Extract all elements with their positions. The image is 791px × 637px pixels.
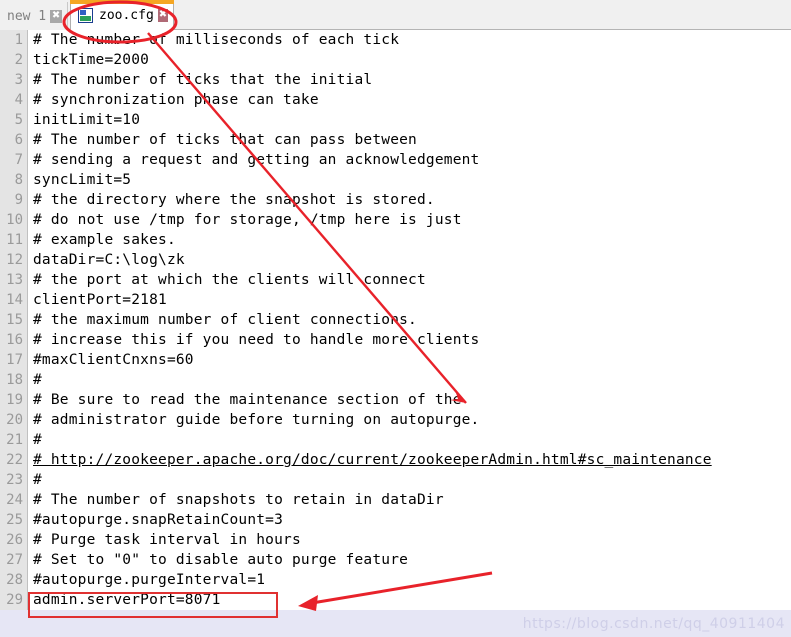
line-number: 21 (6, 432, 23, 448)
code-line-text: # do not use /tmp for storage, /tmp here… (33, 212, 462, 228)
line-number: 20 (6, 412, 23, 428)
tab-zoo-cfg[interactable]: zoo.cfg ✖ (70, 0, 174, 30)
code-line-text: # Purge task interval in hours (33, 532, 301, 548)
code-line-text: # (33, 472, 42, 488)
tab-bar: new 1 ✖ zoo.cfg ✖ (0, 0, 791, 30)
code-line[interactable]: 6 # The number of ticks that can pass bet… (0, 130, 791, 150)
line-number: 16 (6, 332, 23, 348)
line-number: 2 (14, 52, 23, 68)
line-number: 15 (6, 312, 23, 328)
code-line-text: #maxClientCnxns=60 (33, 352, 194, 368)
code-line-text: # Be sure to read the maintenance sectio… (33, 392, 462, 408)
code-line[interactable]: 9 # the directory where the snapshot is s… (0, 190, 791, 210)
code-line-text: clientPort=2181 (33, 292, 167, 308)
line-number: 17 (6, 352, 23, 368)
code-line-text: # synchronization phase can take (33, 92, 319, 108)
code-line-text: # Set to "0" to disable auto purge featu… (33, 552, 409, 568)
code-line-text: #autopurge.snapRetainCount=3 (33, 512, 284, 528)
line-number: 4 (14, 92, 23, 108)
code-line-text: # the directory where the snapshot is st… (33, 192, 435, 208)
code-line-text: syncLimit=5 (33, 172, 132, 188)
line-number: 12 (6, 252, 23, 268)
code-line-text: # (33, 372, 42, 388)
line-number: 6 (14, 132, 23, 148)
code-line[interactable]: 3 # The number of ticks that the initial (0, 70, 791, 90)
line-number: 10 (6, 212, 23, 228)
editor-window: new 1 ✖ zoo.cfg ✖ 1 # The number of milli… (0, 0, 791, 637)
code-line[interactable]: 28 #autopurge.purgeInterval=1 (0, 570, 791, 590)
code-line[interactable]: 23 # (0, 470, 791, 490)
line-number: 1 (14, 32, 23, 48)
code-lines[interactable]: 1 # The number of milliseconds of each ti… (0, 30, 791, 630)
document-icon (78, 7, 93, 23)
code-line[interactable]: 11 # example sakes. (0, 230, 791, 250)
tab-zoo-cfg-label: zoo.cfg (99, 7, 154, 23)
code-line-text: tickTime=2000 (33, 52, 150, 68)
code-line[interactable]: 1 # The number of milliseconds of each ti… (0, 30, 791, 50)
code-line-text: dataDir=C:\log\zk (33, 252, 185, 268)
code-line[interactable]: 21 # (0, 430, 791, 450)
line-number: 27 (6, 552, 23, 568)
tab-new-1[interactable]: new 1 ✖ (0, 2, 68, 30)
code-line[interactable]: 27 # Set to "0" to disable auto purge fea… (0, 550, 791, 570)
code-line-link[interactable]: # http://zookeeper.apache.org/doc/curren… (33, 450, 712, 470)
code-line[interactable]: 16 # increase this if you need to handle … (0, 330, 791, 350)
code-line[interactable]: 24 # The number of snapshots to retain in… (0, 490, 791, 510)
code-line-text: # increase this if you need to handle mo… (33, 332, 480, 348)
code-line-text: #autopurge.purgeInterval=1 (33, 572, 266, 588)
code-line[interactable]: 15 # the maximum number of client connect… (0, 310, 791, 330)
line-number: 23 (6, 472, 23, 488)
line-number: 13 (6, 272, 23, 288)
code-line[interactable]: 26 # Purge task interval in hours (0, 530, 791, 550)
line-number: 3 (14, 72, 23, 88)
line-number: 28 (6, 572, 23, 588)
code-line[interactable]: 10 # do not use /tmp for storage, /tmp he… (0, 210, 791, 230)
line-number: 25 (6, 512, 23, 528)
code-line[interactable]: 19 # Be sure to read the maintenance sect… (0, 390, 791, 410)
line-number: 22 (6, 452, 23, 468)
line-number: 5 (14, 112, 23, 128)
code-line-text: # example sakes. (33, 232, 176, 248)
code-line-text: # The number of milliseconds of each tic… (33, 32, 400, 48)
line-number: 11 (6, 232, 23, 248)
tab-zoo-cfg-close-icon[interactable]: ✖ (157, 8, 168, 22)
tab-new-1-label: new 1 (7, 8, 47, 24)
code-line-text: # the port at which the clients will con… (33, 272, 426, 288)
code-line[interactable]: 20 # administrator guide before turning o… (0, 410, 791, 430)
code-line-text: # administrator guide before turning on … (33, 412, 480, 428)
line-number: 9 (14, 192, 23, 208)
code-line-text: # the maximum number of client connectio… (33, 312, 417, 328)
tab-new-1-close-icon[interactable]: ✖ (50, 9, 62, 23)
code-line[interactable]: 13 # the port at which the clients will c… (0, 270, 791, 290)
code-line[interactable]: 22 # http://zookeeper.apache.org/doc/curr… (0, 450, 791, 470)
line-number: 7 (14, 152, 23, 168)
line-number: 8 (14, 172, 23, 188)
code-line[interactable]: 5 initLimit=10 (0, 110, 791, 130)
line-number: 14 (6, 292, 23, 308)
line-number: 24 (6, 492, 23, 508)
code-line-text: # (33, 432, 42, 448)
code-line[interactable]: 7 # sending a request and getting an ackn… (0, 150, 791, 170)
code-line[interactable]: 17 #maxClientCnxns=60 (0, 350, 791, 370)
code-line[interactable]: 4 # synchronization phase can take (0, 90, 791, 110)
annotation-rectangle-admin-port (28, 592, 278, 618)
code-line-text: # The number of snapshots to retain in d… (33, 492, 444, 508)
line-number: 26 (6, 532, 23, 548)
code-line-text: # The number of ticks that can pass betw… (33, 132, 417, 148)
code-line-text: # sending a request and getting an ackno… (33, 152, 480, 168)
line-number: 19 (6, 392, 23, 408)
code-line[interactable]: 14 clientPort=2181 (0, 290, 791, 310)
watermark-text: https://blog.csdn.net/qq_40911404 (522, 616, 785, 632)
code-line[interactable]: 25 #autopurge.snapRetainCount=3 (0, 510, 791, 530)
code-line[interactable]: 12 dataDir=C:\log\zk (0, 250, 791, 270)
code-line[interactable]: 8 syncLimit=5 (0, 170, 791, 190)
code-line-text: initLimit=10 (33, 112, 141, 128)
code-line[interactable]: 2 tickTime=2000 (0, 50, 791, 70)
code-line[interactable]: 18 # (0, 370, 791, 390)
line-number: 29 (6, 592, 23, 608)
line-number: 18 (6, 372, 23, 388)
code-editor[interactable]: 1 # The number of milliseconds of each ti… (0, 30, 791, 637)
code-line-text: # The number of ticks that the initial (33, 72, 373, 88)
